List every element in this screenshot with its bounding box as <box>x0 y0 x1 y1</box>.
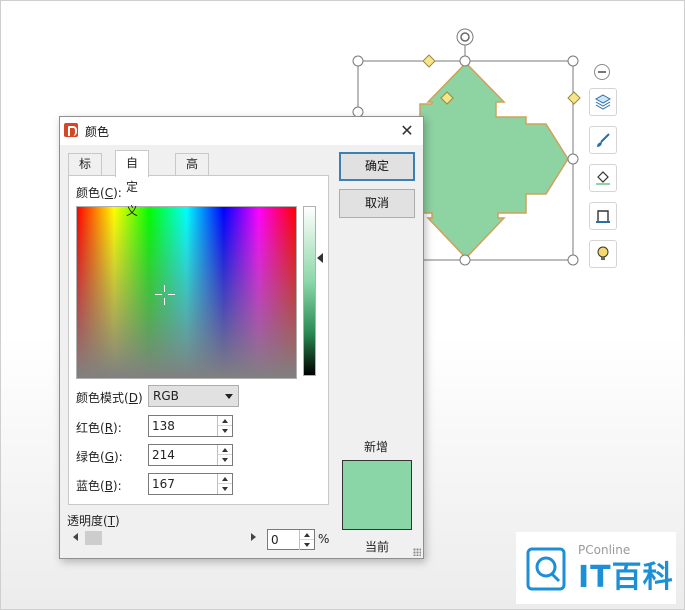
outline-icon <box>596 210 610 223</box>
red-label: 红色(R): <box>76 421 122 435</box>
transparency-value: 0 <box>271 533 279 547</box>
green-input[interactable]: 214 <box>148 444 233 466</box>
shape-fill-button[interactable] <box>589 164 617 192</box>
percent-unit: % <box>318 532 330 546</box>
pconline-logo-icon <box>526 547 566 591</box>
chevron-down-icon <box>225 394 233 399</box>
arrow-shape <box>419 61 569 260</box>
close-icon[interactable]: ✕ <box>397 121 417 141</box>
wps-app-icon <box>64 123 78 137</box>
current-color-label: 当前 <box>365 540 390 554</box>
transparency-input[interactable]: 0 <box>267 529 315 550</box>
luminance-pointer-icon[interactable] <box>317 253 323 263</box>
color-mode-label: 颜色模式(D) <box>76 391 143 405</box>
blue-value: 167 <box>152 477 175 491</box>
green-label: 绿色(G): <box>76 450 123 464</box>
color-label: 颜色(C): <box>76 186 122 200</box>
resize-handle-se <box>567 254 579 266</box>
tab-advanced[interactable]: 高级 <box>175 153 210 192</box>
transparency-increment-icon[interactable] <box>300 530 314 540</box>
transparency-label: 透明度(T) <box>67 514 120 528</box>
watermark-brand: PConline <box>578 543 631 557</box>
pconline-watermark: PConline IT百科 <box>516 532 676 604</box>
cancel-button[interactable]: 取消 <box>339 189 415 218</box>
color-mode-value: RGB <box>153 389 179 403</box>
green-decrement-icon[interactable] <box>218 455 232 465</box>
resize-grip-icon[interactable] <box>413 548 421 556</box>
red-input[interactable]: 138 <box>148 415 233 437</box>
scroll-left-icon[interactable] <box>73 533 78 541</box>
shape-outline-button[interactable] <box>589 202 617 230</box>
adjust-handle-1 <box>422 54 436 68</box>
transparency-decrement-icon[interactable] <box>300 540 314 550</box>
shape-style-button[interactable] <box>589 126 617 154</box>
brush-icon <box>597 133 610 147</box>
transparency-slider[interactable] <box>70 528 260 548</box>
crosshair-icon <box>155 285 175 305</box>
fill-bucket-icon <box>596 171 610 185</box>
resize-handle-n <box>459 55 471 67</box>
layers-button[interactable] <box>589 88 617 116</box>
color-preview-swatch <box>342 460 412 530</box>
scroll-right-icon[interactable] <box>251 533 256 541</box>
tab-custom[interactable]: 自定义 <box>115 150 150 218</box>
color-mode-select[interactable]: RGB <box>148 385 239 407</box>
blue-increment-icon[interactable] <box>218 474 232 484</box>
red-value: 138 <box>152 419 175 433</box>
luminance-slider[interactable] <box>303 206 316 376</box>
red-decrement-icon[interactable] <box>218 426 232 436</box>
lightbulb-icon <box>597 246 609 260</box>
resize-handle-s <box>459 254 471 266</box>
layers-icon <box>594 94 612 110</box>
blue-label: 蓝色(B): <box>76 479 122 493</box>
custom-color-panel: 颜色(C): 颜色模式(D) RGB 红色(R): 138 绿色(G): 214… <box>68 175 329 505</box>
collapse-toolbar-icon[interactable] <box>594 64 610 80</box>
green-value: 214 <box>152 448 175 462</box>
resize-handle-nw <box>352 55 364 67</box>
green-increment-icon[interactable] <box>218 445 232 455</box>
dialog-title: 颜色 <box>85 125 110 139</box>
shape-effects-button[interactable] <box>589 240 617 268</box>
watermark-name: IT百科 <box>578 560 674 595</box>
ok-button[interactable]: 确定 <box>339 152 415 181</box>
dialog-titlebar: 颜色 ✕ <box>60 117 423 145</box>
new-color-label: 新增 <box>364 440 389 454</box>
resize-handle-ne <box>567 55 579 67</box>
blue-decrement-icon[interactable] <box>218 484 232 494</box>
transparency-slider-thumb[interactable] <box>85 531 102 545</box>
color-spectrum-picker[interactable] <box>76 206 297 379</box>
color-dialog: 颜色 ✕ 标准 自定义 高级 颜色(C): 颜色模式(D) RGB 红色(R):… <box>59 116 424 559</box>
red-increment-icon[interactable] <box>218 416 232 426</box>
blue-input[interactable]: 167 <box>148 473 233 495</box>
adjust-handle-3 <box>567 91 581 105</box>
tab-standard[interactable]: 标准 <box>68 153 103 192</box>
resize-handle-e <box>567 153 579 165</box>
